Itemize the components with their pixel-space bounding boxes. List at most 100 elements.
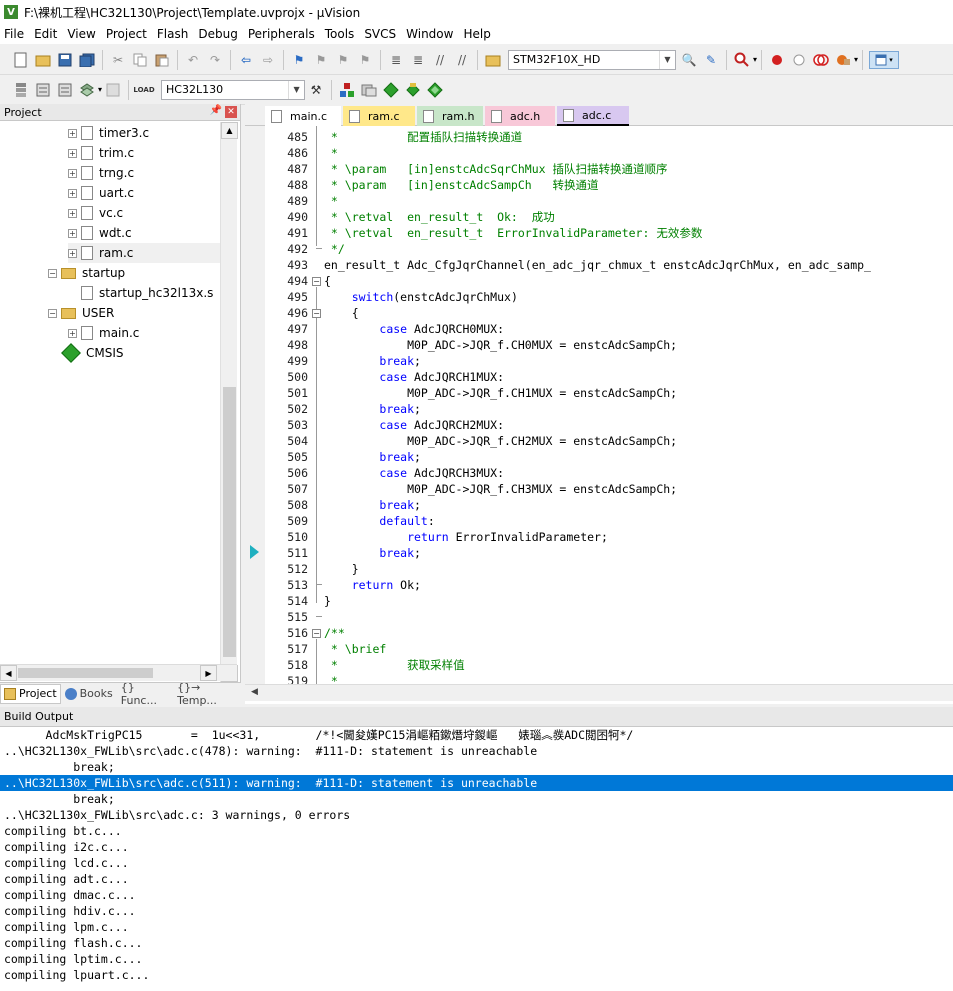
close-icon[interactable]: ✕ [225, 106, 237, 118]
scrollbar-thumb[interactable] [223, 387, 236, 657]
collapse-icon[interactable]: − [48, 308, 57, 318]
build-output-line[interactable]: compiling lptim.c... [0, 951, 953, 967]
tree-item[interactable]: − USER [48, 303, 114, 323]
code-line[interactable]: * 配置插队扫描转换通道 [324, 129, 522, 145]
pack-installer-icon[interactable] [382, 81, 400, 99]
tab-project[interactable]: Project [0, 683, 61, 704]
tab-books[interactable]: Books [61, 684, 117, 704]
menu-peripherals[interactable]: Peripherals [244, 27, 319, 41]
code-line[interactable]: } [324, 561, 359, 577]
build-output-line[interactable]: compiling dmac.c... [0, 887, 953, 903]
build-output-line[interactable]: compiling hdiv.c... [0, 903, 953, 919]
build-output-line[interactable]: ..\HC32L130x_FWLib\src\adc.c(478): warni… [0, 743, 953, 759]
menu-view[interactable]: View [63, 27, 99, 41]
code-line[interactable]: * [324, 145, 338, 161]
build-output-line[interactable]: compiling bt.c... [0, 823, 953, 839]
editor-tab[interactable]: ram.c [343, 106, 415, 126]
code-line[interactable]: * \param [in]enstcAdcSampCh 转换通道 [324, 177, 599, 193]
editor-horizontal-scrollbar[interactable]: ◀ [245, 684, 953, 701]
rebuild-icon[interactable] [56, 81, 74, 99]
code-line[interactable]: case AdcJQRCH1MUX: [324, 369, 504, 385]
translate-icon[interactable] [12, 81, 30, 99]
download-icon[interactable]: LOAD [133, 81, 154, 99]
unindent-icon[interactable]: ≣ [409, 51, 427, 69]
project-tree-vertical-scrollbar[interactable]: ▲ ▼ [220, 122, 238, 682]
code-line[interactable]: * \param [in]enstcAdcSqrChMux 插队扫描转换通道顺序 [324, 161, 668, 177]
build-output-line[interactable]: compiling i2c.c... [0, 839, 953, 855]
indent-icon[interactable]: ≣ [387, 51, 405, 69]
code-line[interactable]: * \brief [324, 641, 386, 657]
save-icon[interactable] [56, 51, 74, 69]
find-icon[interactable]: 🔍 [680, 51, 698, 69]
editor-tab[interactable]: adc.c [557, 106, 629, 126]
build-output-line[interactable]: break; [0, 759, 953, 775]
target-options-icon[interactable]: ⚒ [307, 81, 325, 99]
code-line[interactable]: break; [324, 497, 421, 513]
editor-tab[interactable]: ram.h [417, 106, 483, 126]
build-output-text[interactable]: AdcMskTrigPC15 = 1u<<31, /*!<閫夋嫨PC15涓嶇粨鏉… [0, 727, 953, 983]
new-file-icon[interactable] [12, 51, 30, 69]
manage-components-icon[interactable] [338, 81, 356, 99]
expand-icon[interactable]: + [68, 248, 77, 258]
find-in-files-icon[interactable] [484, 51, 502, 69]
code-view[interactable]: 485 486 487 488 489 490 491 492 493 494 495 496 497 4… [245, 126, 953, 684]
tree-item[interactable]: + timer3.c [68, 123, 149, 143]
tree-item[interactable]: − startup [48, 263, 125, 283]
menu-project[interactable]: Project [102, 27, 151, 41]
code-line[interactable]: return Ok; [324, 577, 421, 593]
expand-icon[interactable]: + [68, 208, 77, 218]
code-line[interactable]: case AdcJQRCH3MUX: [324, 465, 504, 481]
cut-icon[interactable]: ✂ [109, 51, 127, 69]
scroll-right-icon[interactable]: ▶ [200, 665, 217, 681]
breakpoint-disable-icon[interactable] [790, 51, 808, 69]
menu-tools[interactable]: Tools [321, 27, 359, 41]
scroll-up-icon[interactable]: ▲ [221, 122, 238, 139]
collapse-icon[interactable]: − [312, 309, 321, 318]
collapse-icon[interactable]: − [312, 629, 321, 638]
build-output-line[interactable]: break; [0, 791, 953, 807]
code-line[interactable]: return ErrorInvalidParameter; [324, 529, 608, 545]
code-line[interactable]: en_result_t Adc_CfgJqrChannel(en_adc_jqr… [324, 257, 871, 273]
code-line[interactable]: switch(enstcAdcJqrChMux) [324, 289, 518, 305]
tree-item[interactable]: + trng.c [68, 163, 134, 183]
redo-icon[interactable]: ↷ [206, 51, 224, 69]
tab-functions[interactable]: {} Func... [117, 681, 173, 707]
menu-help[interactable]: Help [459, 27, 494, 41]
code-line[interactable]: M0P_ADC->JQR_f.CH2MUX = enstcAdcSampCh; [324, 433, 677, 449]
code-text[interactable]: * 配置插队扫描转换通道 * * \param [in]enstcAdcSqrC… [324, 126, 953, 684]
tree-item[interactable]: + wdt.c [68, 223, 132, 243]
expand-icon[interactable]: + [68, 128, 77, 138]
copy-icon[interactable] [131, 51, 149, 69]
comment-icon[interactable]: // [431, 51, 449, 69]
bookmark-clear-icon[interactable]: ⚑ [356, 51, 374, 69]
open-icon[interactable] [34, 51, 52, 69]
fold-margin[interactable]: − − − [310, 126, 324, 684]
build-output-line[interactable]: compiling lpuart.c... [0, 967, 953, 983]
run-time-environment-icon[interactable] [426, 81, 444, 99]
code-line[interactable]: break; [324, 353, 421, 369]
bookmark-prev-icon[interactable]: ⚑ [312, 51, 330, 69]
scroll-left-icon[interactable]: ◀ [0, 665, 17, 681]
collapse-icon[interactable]: − [312, 277, 321, 286]
tree-item[interactable]: startup_hc32l13x.s [81, 283, 213, 303]
code-line[interactable]: * [324, 193, 338, 209]
code-line[interactable]: M0P_ADC->JQR_f.CH0MUX = enstcAdcSampCh; [324, 337, 677, 353]
code-line[interactable]: default: [324, 513, 434, 529]
code-line[interactable]: * \retval en_result_t ErrorInvalidParame… [324, 225, 702, 241]
menu-svcs[interactable]: SVCS [360, 27, 400, 41]
tree-item[interactable]: CMSIS [61, 343, 124, 363]
code-line[interactable]: */ [324, 241, 345, 257]
editor-tab[interactable]: adc.h [485, 106, 555, 126]
code-line[interactable]: break; [324, 401, 421, 417]
expand-icon[interactable]: + [68, 188, 77, 198]
nav-back-icon[interactable]: ⇦ [237, 51, 255, 69]
code-line[interactable]: * [324, 673, 338, 684]
breakpoint-icon[interactable] [768, 51, 786, 69]
scroll-left-icon[interactable]: ◀ [251, 687, 263, 699]
tab-templates[interactable]: {}→ Temp... [173, 681, 241, 707]
device-combo[interactable]: STM32F10X_HD ▼ [508, 49, 676, 70]
code-line[interactable]: break; [324, 449, 421, 465]
build-icon[interactable] [34, 81, 52, 99]
bookmark-icon[interactable]: ⚑ [290, 51, 308, 69]
stop-build-icon[interactable] [104, 81, 122, 99]
